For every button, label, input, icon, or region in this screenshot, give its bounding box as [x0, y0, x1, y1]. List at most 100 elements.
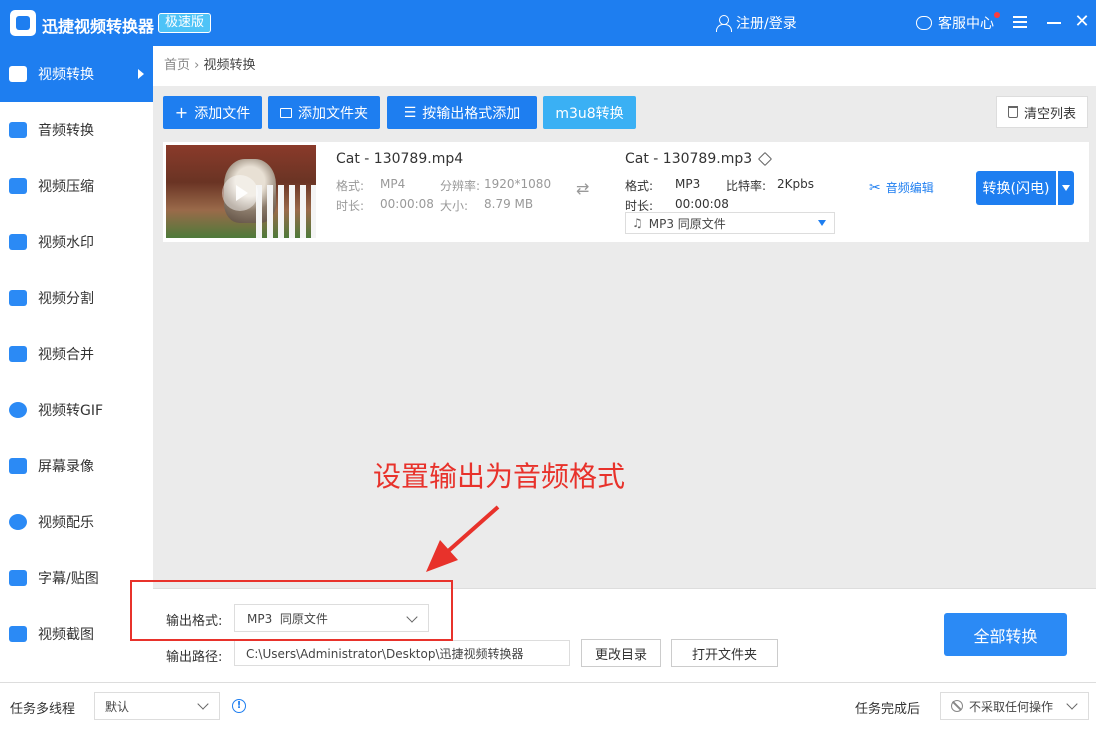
gif-icon: [9, 402, 27, 418]
caret-down-icon: [818, 220, 826, 226]
annotation-text: 设置输出为音频格式: [373, 460, 626, 493]
add-file-label: 添加文件: [194, 105, 251, 122]
music-note-icon: ♫: [632, 216, 643, 230]
user-icon: [716, 15, 732, 32]
audio-convert-icon: [9, 122, 27, 138]
sidebar-item-video-split[interactable]: 视频分割: [0, 270, 153, 326]
video-compress-icon: [9, 178, 27, 194]
size-label: 大小:: [440, 199, 469, 213]
support-button[interactable]: 客服中心: [916, 13, 994, 33]
video-watermark-icon: [9, 234, 27, 250]
threads-label: 任务多线程: [10, 702, 76, 717]
sidebar-item-video-gif[interactable]: 视频转GIF: [0, 382, 153, 438]
clear-list-label: 清空列表: [1023, 106, 1076, 122]
play-icon[interactable]: [222, 175, 258, 211]
sidebar-item-label: 视频压缩: [38, 179, 94, 195]
output-file-name: Cat - 130789.mp3: [625, 151, 773, 167]
source-size: 8.79 MB: [484, 197, 534, 211]
chat-icon: [916, 16, 932, 30]
open-folder-button[interactable]: 打开文件夹: [671, 639, 778, 667]
sidebar-item-label: 视频分割: [38, 291, 94, 307]
scissors-icon: ✂: [869, 179, 881, 196]
sidebar-item-label: 视频水印: [38, 235, 94, 251]
output-path-input[interactable]: [234, 640, 570, 666]
sidebar-item-label: 视频转GIF: [38, 403, 104, 419]
add-folder-label: 添加文件夹: [298, 105, 368, 122]
info-icon[interactable]: !: [232, 699, 246, 713]
app-title: 迅捷视频转换器: [42, 17, 155, 36]
add-file-button[interactable]: + 添加文件: [163, 96, 262, 129]
status-bar: 任务多线程 默认 ! 任务完成后 不采取任何操作: [0, 682, 1096, 729]
file-row: Cat - 130789.mp4 格式: MP4 分辨率: 1920*1080 …: [163, 142, 1089, 242]
video-thumbnail[interactable]: [166, 145, 316, 238]
app-logo-icon: [10, 10, 36, 36]
minimize-icon[interactable]: [1044, 12, 1064, 32]
output-format-select-value: MP3 同原文件: [648, 216, 726, 231]
output-bitrate: 2Kpbs: [777, 177, 814, 191]
sidebar-item-label: 字幕/贴图: [38, 571, 99, 587]
m3u8-convert-button[interactable]: m3u8转换: [543, 96, 636, 129]
output-file-name-text: Cat - 130789.mp3: [625, 151, 753, 167]
duration-label: 时长:: [336, 199, 365, 213]
convert-dropdown-button[interactable]: [1058, 171, 1074, 205]
output-format-select[interactable]: ♫ MP3 同原文件: [625, 212, 835, 234]
sidebar-item-label: 视频配乐: [38, 515, 94, 531]
breadcrumb-home[interactable]: 首页: [164, 58, 190, 73]
support-label: 客服中心: [938, 16, 994, 32]
sidebar-item-video-compress[interactable]: 视频压缩: [0, 158, 153, 214]
sidebar-item-video-merge[interactable]: 视频合并: [0, 326, 153, 382]
breadcrumb-current: 视频转换: [203, 58, 256, 73]
change-directory-button[interactable]: 更改目录: [581, 639, 661, 667]
login-button[interactable]: 注册/登录: [716, 13, 797, 33]
subtitle-icon: [9, 570, 27, 586]
source-resolution: 1920*1080: [484, 177, 552, 191]
sidebar-item-label: 音频转换: [38, 123, 94, 139]
sidebar-item-video-convert[interactable]: 视频转换: [0, 46, 153, 102]
plus-icon: +: [174, 103, 189, 122]
pencil-icon[interactable]: [758, 151, 773, 167]
clear-list-button[interactable]: 清空列表: [996, 96, 1088, 128]
login-label: 注册/登录: [736, 16, 797, 32]
after-complete-select[interactable]: 不采取任何操作: [940, 692, 1089, 720]
bitrate-label: 比特率:: [726, 179, 767, 193]
threads-select[interactable]: 默认: [94, 692, 220, 720]
shuffle-icon: ⇄: [576, 179, 590, 198]
sidebar-item-audio-convert[interactable]: 音频转换: [0, 102, 153, 158]
close-icon[interactable]: ✕: [1072, 12, 1092, 32]
sidebar-item-label: 视频合并: [38, 347, 94, 363]
convert-all-button[interactable]: 全部转换: [944, 613, 1067, 656]
add-folder-button[interactable]: 添加文件夹: [268, 96, 380, 129]
menu-icon[interactable]: [1010, 12, 1030, 32]
sidebar-item-video-music[interactable]: 视频配乐: [0, 494, 153, 550]
format-label: 格式:: [336, 179, 365, 193]
sidebar-item-label: 屏幕录像: [38, 459, 94, 475]
video-convert-icon: [9, 66, 27, 82]
sidebar-item-screen-record[interactable]: 屏幕录像: [0, 438, 153, 494]
ban-icon: [951, 700, 963, 712]
threads-value: 默认: [105, 699, 130, 714]
audio-edit-button[interactable]: ✂ 音频编辑: [869, 179, 934, 196]
convert-button[interactable]: 转换(闪电): [976, 171, 1056, 205]
resolution-label: 分辨率:: [440, 179, 481, 193]
chevron-right-icon: [138, 69, 144, 79]
sidebar-item-video-watermark[interactable]: 视频水印: [0, 214, 153, 270]
notification-dot: [994, 12, 1000, 18]
add-by-format-button[interactable]: ☰ 按输出格式添加: [387, 96, 537, 129]
folder-icon: [280, 107, 292, 118]
screen-record-icon: [9, 458, 27, 474]
output-duration: 00:00:08: [675, 197, 729, 211]
output-format-label: 格式:: [625, 179, 654, 193]
edition-badge: 极速版: [158, 13, 212, 33]
m3u8-label: m3u8转换: [555, 105, 624, 122]
video-split-icon: [9, 290, 27, 306]
breadcrumb: 首页 › 视频转换: [153, 46, 1096, 86]
title-bar: 迅捷视频转换器 极速版 注册/登录 客服中心 ✕: [0, 0, 1096, 46]
annotation-highlight-box: [130, 580, 453, 641]
add-by-format-label: 按输出格式添加: [422, 105, 521, 122]
chevron-down-icon: [1066, 698, 1078, 710]
list-icon: ☰: [403, 104, 417, 121]
audio-edit-label: 音频编辑: [885, 181, 934, 195]
breadcrumb-separator: ›: [194, 58, 200, 73]
output-path-label: 输出路径:: [166, 650, 223, 665]
video-merge-icon: [9, 346, 27, 362]
